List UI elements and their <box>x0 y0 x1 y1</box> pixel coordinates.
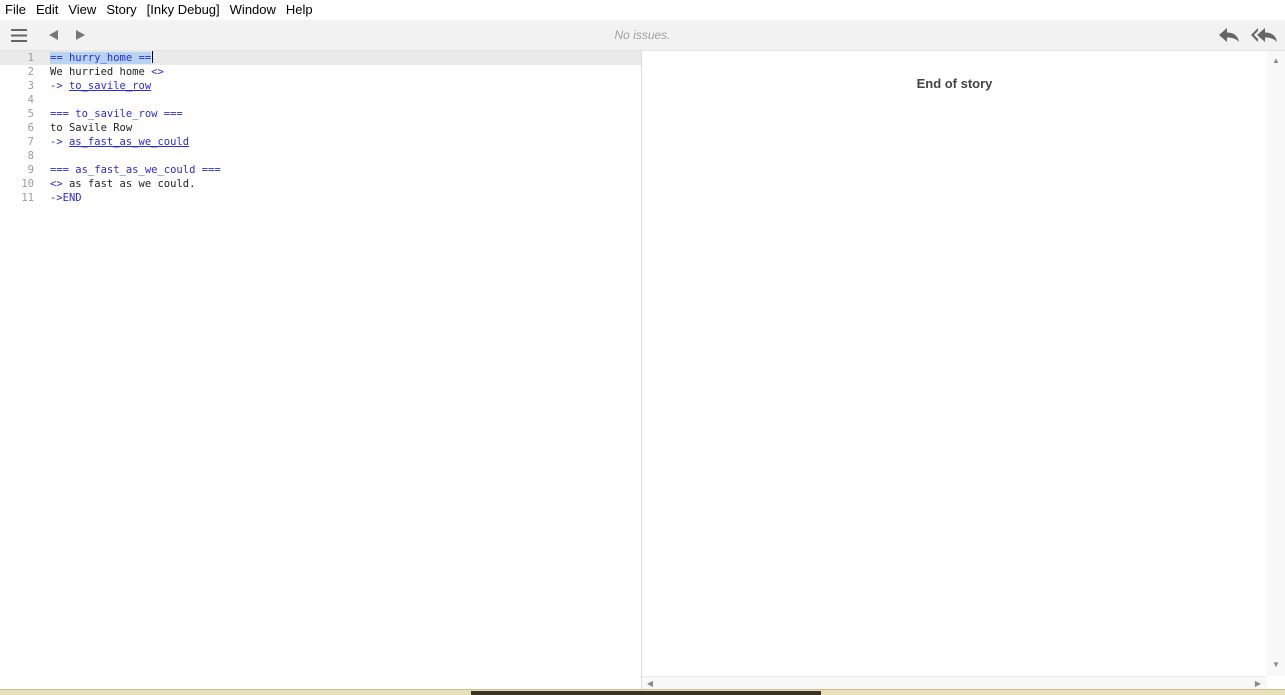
code-line[interactable]: 2 We hurried home <> <box>0 65 641 79</box>
code-line[interactable]: 7 -> as_fast_as_we_could <box>0 135 641 149</box>
taskbar-edge <box>471 691 821 695</box>
code-text: <> as fast as we could. <box>50 178 196 190</box>
menu-view[interactable]: View <box>63 0 101 20</box>
issues-status: No issues. <box>614 28 671 42</box>
code-text: == hurry_home == <box>50 52 152 64</box>
line-number: 5 <box>27 108 34 120</box>
menu-inky-debug[interactable]: [Inky Debug] <box>142 0 225 20</box>
code-line[interactable]: 3 -> to_savile_row <box>0 79 641 93</box>
line-number: 6 <box>27 122 34 134</box>
line-number: 8 <box>27 150 34 162</box>
reply-icon <box>1219 28 1239 42</box>
code-text: -> to_savile_row <box>50 80 152 92</box>
code-line[interactable]: 4 <box>0 93 641 107</box>
menu-help[interactable]: Help <box>281 0 318 20</box>
scroll-up-icon[interactable]: ▲ <box>1271 56 1281 66</box>
horizontal-scrollbar[interactable]: ◀ ▶ <box>642 676 1267 690</box>
line-number: 9 <box>27 164 34 176</box>
line-number: 1 <box>27 52 34 64</box>
menu-story[interactable]: Story <box>101 0 141 20</box>
toolbar: No issues. <box>0 20 1285 51</box>
code-line[interactable]: 5 === to_savile_row === <box>0 107 641 121</box>
reply-all-icon <box>1251 28 1277 42</box>
code-editor[interactable]: 1 == hurry_home == 2 We hurried home <> … <box>0 51 642 689</box>
text-caret <box>152 51 154 63</box>
code-line[interactable]: 11 ->END <box>0 191 641 205</box>
code-line[interactable]: 6 to Savile Row <box>0 121 641 135</box>
code-line[interactable]: 9 === as_fast_as_we_could === <box>0 163 641 177</box>
code-text: -> as_fast_as_we_could <box>50 136 190 148</box>
code-line[interactable]: 1 == hurry_home == <box>0 51 641 65</box>
code-text: ->END <box>50 192 82 204</box>
vertical-scrollbar[interactable]: ▲ ▼ <box>1267 51 1285 676</box>
scroll-down-icon[interactable]: ▼ <box>1271 660 1281 670</box>
line-number: 11 <box>21 192 34 204</box>
line-number: 2 <box>27 66 34 78</box>
line-number: 7 <box>27 136 34 148</box>
line-number: 4 <box>27 94 34 106</box>
end-of-story-text: End of story <box>916 76 993 91</box>
code-line[interactable]: 10 <> as fast as we could. <box>0 177 641 191</box>
scroll-right-icon[interactable]: ▶ <box>1253 679 1263 689</box>
code-line[interactable]: 8 <box>0 149 641 163</box>
code-text: to Savile Row <box>50 122 133 134</box>
code-text: We hurried home <> <box>50 66 164 78</box>
scroll-left-icon[interactable]: ◀ <box>645 679 655 689</box>
restart-button[interactable] <box>1249 20 1279 50</box>
code-text: === as_fast_as_we_could === <box>50 164 221 176</box>
rewind-button[interactable] <box>1215 20 1243 50</box>
line-number: 10 <box>21 178 34 190</box>
menu-edit[interactable]: Edit <box>31 0 63 20</box>
menu-bar: File Edit View Story [Inky Debug] Window… <box>0 0 1285 20</box>
window-bottom-edge <box>0 689 1285 695</box>
menu-file[interactable]: File <box>0 0 31 20</box>
line-number: 3 <box>27 80 34 92</box>
code-text: === to_savile_row === <box>50 108 183 120</box>
story-player: End of story <box>642 51 1267 676</box>
menu-window[interactable]: Window <box>225 0 281 20</box>
